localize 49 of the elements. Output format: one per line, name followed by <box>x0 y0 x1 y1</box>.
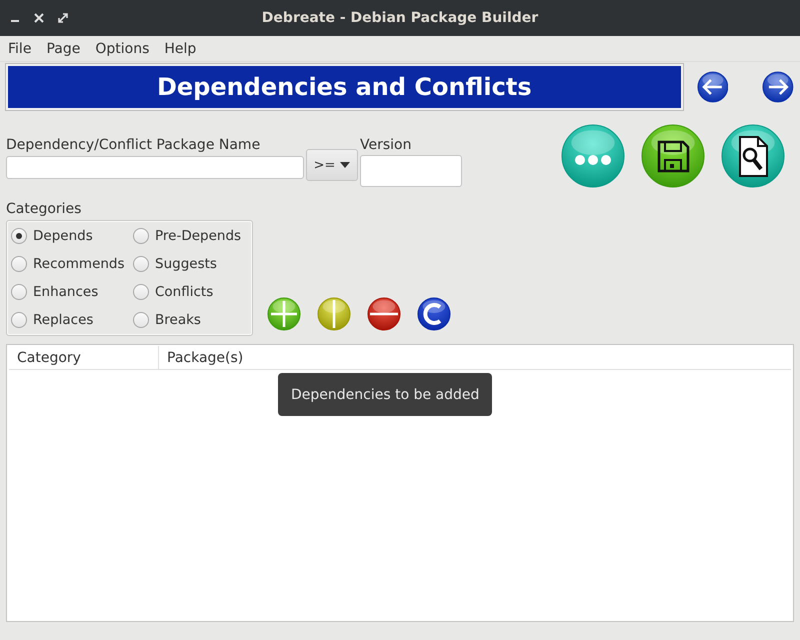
append-icon[interactable] <box>317 297 351 331</box>
radio-option[interactable]: Depends <box>11 224 133 248</box>
window-title: Debreate - Debian Package Builder <box>262 10 538 26</box>
radio-label: Suggests <box>155 256 217 272</box>
radio-option[interactable]: Conflicts <box>133 280 248 304</box>
menu-item[interactable]: Options <box>95 40 150 56</box>
radio-label: Breaks <box>155 312 201 328</box>
radio-label: Replaces <box>33 312 94 328</box>
field-label: Version <box>360 136 412 154</box>
operator-dropdown[interactable]: >= <box>306 149 358 181</box>
radio-button[interactable] <box>11 284 27 300</box>
radio-label: Enhances <box>33 284 98 300</box>
radio-option[interactable]: Replaces <box>11 308 133 332</box>
package-name-field[interactable] <box>6 156 304 179</box>
radio-label: Recommends <box>33 256 125 272</box>
radio-label: Conflicts <box>155 284 214 300</box>
column-header[interactable]: Package(s) <box>159 346 244 369</box>
radio-button[interactable] <box>133 256 149 272</box>
menu-item[interactable]: Page <box>46 40 80 56</box>
radio-option[interactable]: Pre-Depends <box>133 224 248 248</box>
radio-button[interactable] <box>133 228 149 244</box>
radio-option[interactable]: Recommends <box>11 252 133 276</box>
close-icon[interactable] <box>34 13 44 23</box>
radio-button[interactable] <box>11 228 27 244</box>
radio-option[interactable]: Breaks <box>133 308 248 332</box>
radio-button[interactable] <box>11 312 27 328</box>
menu-item[interactable]: Help <box>164 40 196 56</box>
radio-button[interactable] <box>133 312 149 328</box>
version-field[interactable] <box>360 155 462 187</box>
group-label: Categories <box>6 200 82 218</box>
remove-icon[interactable] <box>367 297 401 331</box>
more-options-icon[interactable] <box>561 124 625 188</box>
radio-button[interactable] <box>11 256 27 272</box>
maximize-icon[interactable] <box>58 13 68 23</box>
tooltip: Dependencies to be added <box>278 373 492 416</box>
file-search-icon[interactable] <box>721 124 785 188</box>
add-icon[interactable] <box>267 297 301 331</box>
radio-option[interactable]: Suggests <box>133 252 248 276</box>
radio-button[interactable] <box>133 284 149 300</box>
floppy-disk-icon[interactable] <box>641 124 705 188</box>
caret-icon <box>340 162 350 168</box>
radio-label: Pre-Depends <box>155 228 242 244</box>
field-label: Dependency/Conflict Package Name <box>6 136 262 154</box>
menu-item[interactable]: File <box>8 40 32 56</box>
page-banner: Dependencies and Conflicts <box>6 64 683 110</box>
radio-label: Depends <box>33 228 93 244</box>
radio-option[interactable]: Enhances <box>11 280 133 304</box>
column-header[interactable]: Category <box>9 346 159 369</box>
clear-icon[interactable] <box>417 297 451 331</box>
